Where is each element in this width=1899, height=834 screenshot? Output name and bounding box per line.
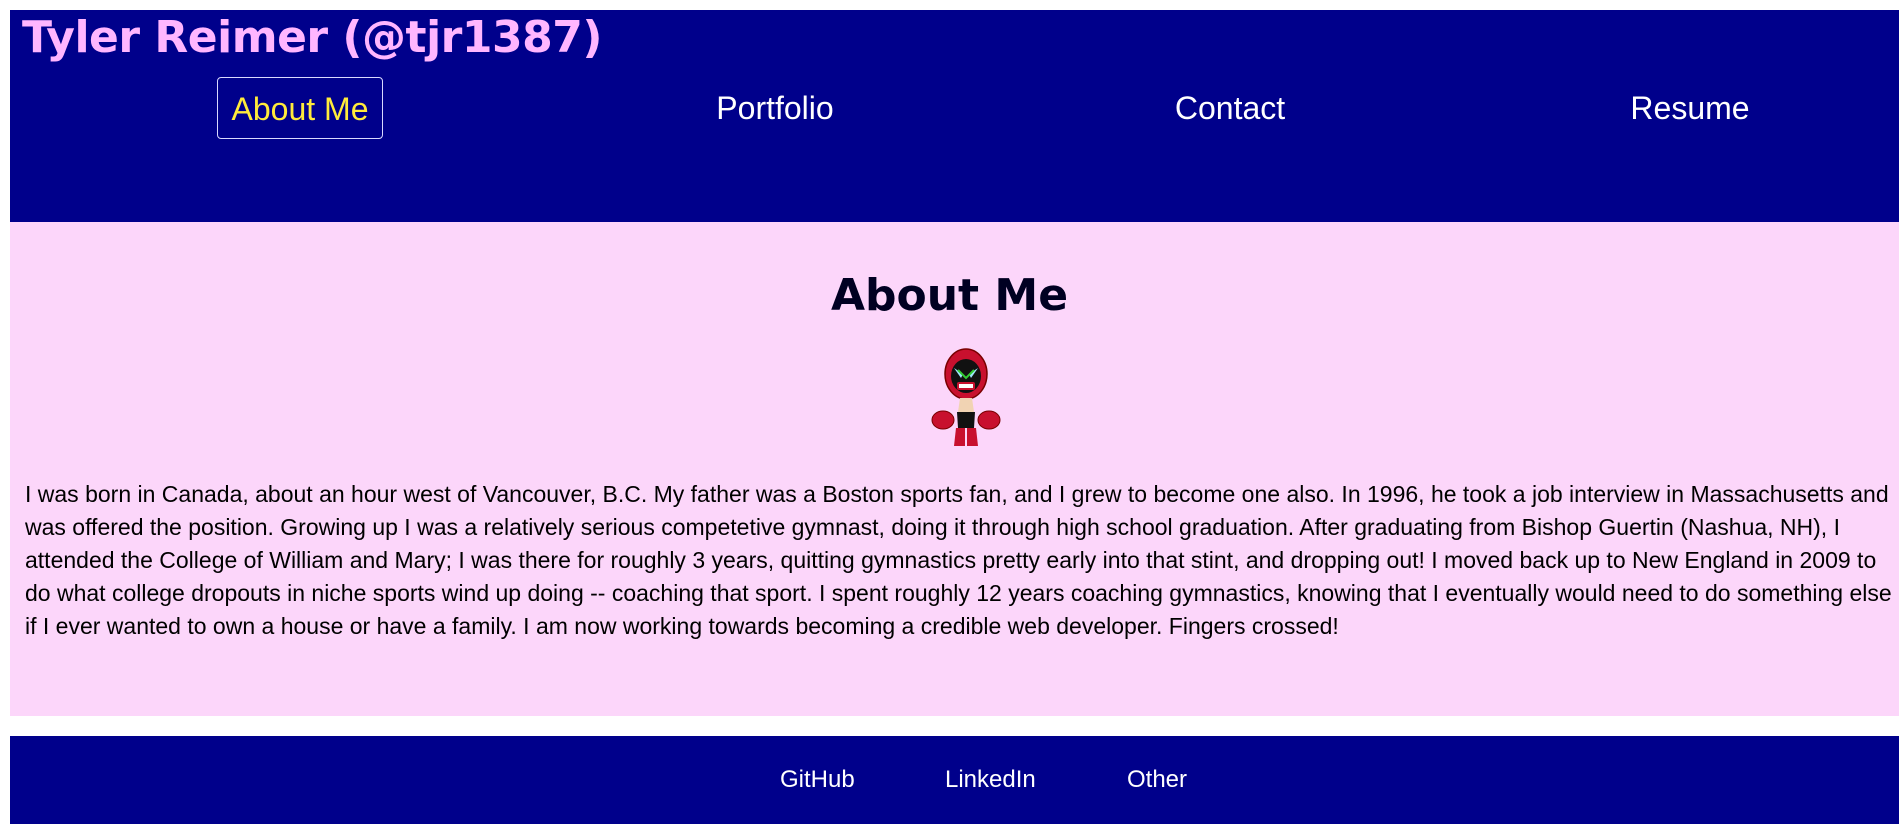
nav-link-portfolio[interactable]: Portfolio (700, 77, 850, 139)
footer-link-linkedin[interactable]: LinkedIn (945, 736, 1036, 824)
footer-link-github[interactable]: GitHub (780, 736, 855, 824)
nav-link-about-me[interactable]: About Me (217, 77, 383, 139)
nav-link-resume[interactable]: Resume (1615, 77, 1765, 139)
nav-link-contact[interactable]: Contact (1160, 77, 1300, 139)
strong-bad-avatar-icon (931, 348, 1001, 446)
site-title: Tyler Reimer (@tjr1387) (22, 12, 602, 63)
footer-link-other[interactable]: Other (1127, 736, 1187, 824)
site-footer: GitHub LinkedIn Other (10, 736, 1899, 824)
about-section: About Me I was born in Canada, about an … (10, 222, 1899, 716)
site-header: Tyler Reimer (@tjr1387) About Me Portfol… (10, 10, 1899, 222)
page-heading: About Me (830, 270, 1069, 321)
bio-paragraph: I was born in Canada, about an hour west… (25, 481, 1892, 639)
